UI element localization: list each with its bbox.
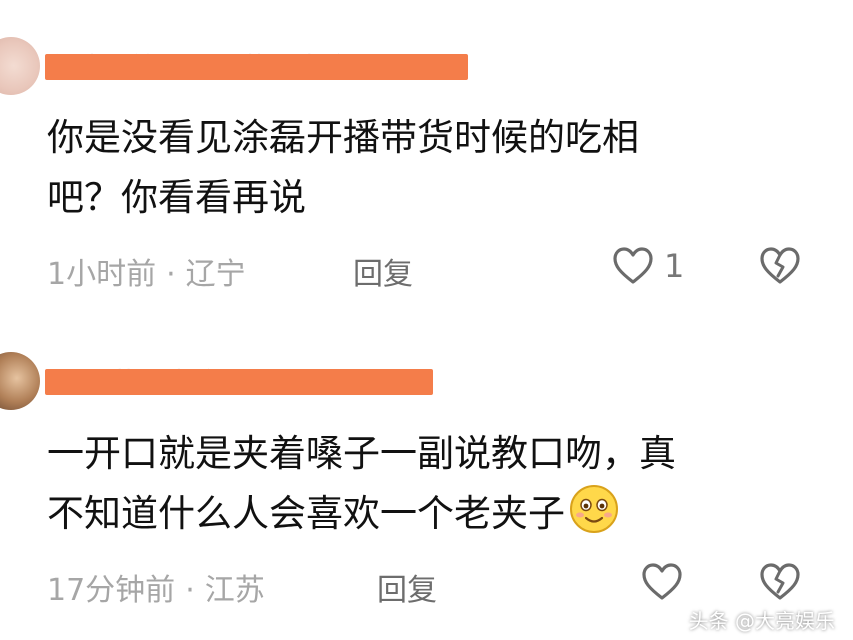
comment-line: 不知道什么人会喜欢一个老夹子 <box>47 484 676 544</box>
broken-heart-icon <box>760 247 800 284</box>
comment-line: 一开口就是夹着嗓子一副说教口吻，真 <box>47 432 676 475</box>
comment-time: 17分钟前 <box>47 573 176 608</box>
heart-icon <box>642 563 682 600</box>
smiling-face-emoji-icon <box>570 485 618 533</box>
user-avatar[interactable] <box>0 37 40 95</box>
username-redacted[interactable]: 一个 花语书房 <box>45 361 435 399</box>
comment-line: 吧？你看看再说 <box>47 176 306 219</box>
reply-button[interactable]: 回复 <box>377 565 437 609</box>
reply-button[interactable]: 回复 <box>353 249 413 293</box>
comment-meta: 1小时前 · 辽宁 <box>47 249 246 293</box>
user-avatar[interactable] <box>0 352 40 410</box>
comment-text: 你是没看见涂磊开播带货时候的吃相 吧？你看看再说 <box>47 108 639 228</box>
dislike-button[interactable] <box>759 246 801 290</box>
comment-time: 1小时前 <box>47 257 157 292</box>
comment-meta: 17分钟前 · 江苏 <box>47 565 265 609</box>
meta-separator: · <box>185 573 195 608</box>
meta-separator: · <box>166 257 176 292</box>
like-button[interactable] <box>641 562 693 602</box>
watermark: 头条 @大亮娱乐 <box>688 609 835 633</box>
comment-location: 辽宁 <box>185 257 246 292</box>
redaction-bar <box>45 54 468 80</box>
comment-line: 你是没看见涂磊开播带货时候的吃相 <box>47 116 639 159</box>
username-redacted[interactable]: 海城果美源——花语书房 <box>45 46 470 84</box>
comment-line-text: 不知道什么人会喜欢一个老夹子 <box>47 492 565 535</box>
comment-location: 江苏 <box>204 573 265 608</box>
dislike-button[interactable] <box>759 562 801 606</box>
like-count: 1 <box>664 247 685 285</box>
comment-text: 一开口就是夹着嗓子一副说教口吻，真 不知道什么人会喜欢一个老夹子 <box>47 424 676 544</box>
heart-icon <box>613 247 653 284</box>
redaction-bar <box>45 369 433 395</box>
broken-heart-icon <box>760 563 800 600</box>
like-button[interactable]: 1 <box>612 246 684 286</box>
